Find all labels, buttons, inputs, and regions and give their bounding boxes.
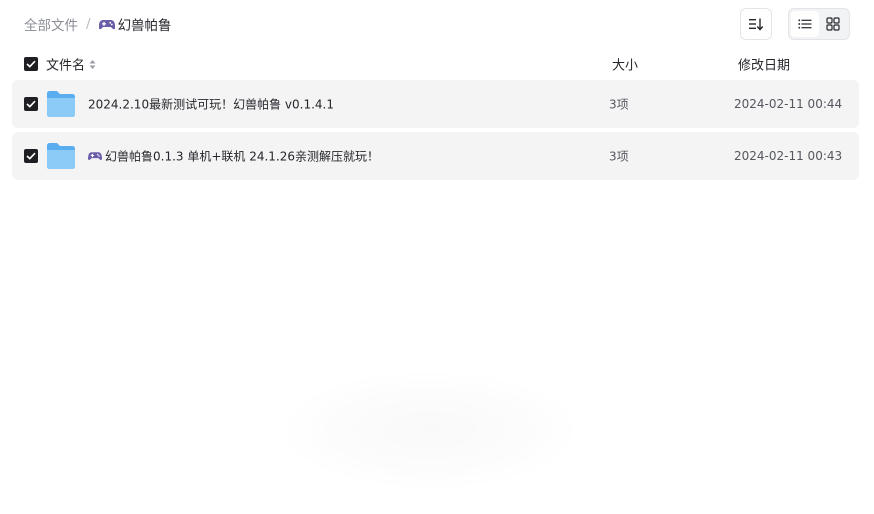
file-modified-date: 2024-02-11 00:43 <box>734 149 843 163</box>
sort-list-icon <box>749 18 764 31</box>
row-checkbox[interactable] <box>24 97 38 111</box>
column-header-name[interactable]: 文件名 <box>46 55 96 74</box>
file-size: 3项 <box>609 97 629 112</box>
view-toggle <box>788 8 850 40</box>
column-header-size[interactable]: 大小 <box>612 55 638 74</box>
gamepad-icon <box>88 152 102 160</box>
row-checkbox[interactable] <box>24 149 38 163</box>
column-header-modified[interactable]: 修改日期 <box>738 55 790 74</box>
list-view-icon <box>798 19 812 29</box>
file-name[interactable]: 2024.2.10最新测试可玩！幻兽帕鲁 v0.1.4.1 <box>88 96 334 113</box>
table-row[interactable]: 幻兽帕鲁0.1.3 单机+联机 24.1.26亲测解压就玩！ 3项 2024-0… <box>12 132 859 180</box>
breadcrumb-current: 幻兽帕鲁 <box>98 14 172 34</box>
breadcrumb-separator: / <box>86 16 91 32</box>
table-header: 文件名 大小 修改日期 <box>12 50 859 78</box>
grid-view-icon <box>826 17 840 31</box>
breadcrumb: 全部文件 / 幻兽帕鲁 <box>24 14 172 34</box>
table-row[interactable]: 2024.2.10最新测试可玩！幻兽帕鲁 v0.1.4.1 3项 2024-02… <box>12 80 859 128</box>
checkmark-icon <box>26 60 36 68</box>
column-header-name-label: 文件名 <box>46 58 86 74</box>
checkmark-icon <box>26 152 36 160</box>
checkmark-icon <box>26 100 36 108</box>
background-glow <box>280 370 580 490</box>
sort-arrows-icon <box>89 59 96 69</box>
breadcrumb-root-link[interactable]: 全部文件 <box>24 14 78 34</box>
list-view-button[interactable] <box>791 11 819 37</box>
grid-view-button[interactable] <box>819 11 847 37</box>
folder-icon <box>47 91 75 117</box>
file-modified-date: 2024-02-11 00:44 <box>734 97 843 111</box>
breadcrumb-current-label: 幻兽帕鲁 <box>117 18 172 34</box>
folder-icon <box>47 143 75 169</box>
sort-button[interactable] <box>740 8 772 40</box>
file-size: 3项 <box>609 149 629 164</box>
file-name-container[interactable]: 幻兽帕鲁0.1.3 单机+联机 24.1.26亲测解压就玩！ <box>88 148 379 165</box>
gamepad-icon <box>98 19 115 29</box>
select-all-checkbox[interactable] <box>24 57 38 71</box>
file-name: 幻兽帕鲁0.1.3 单机+联机 24.1.26亲测解压就玩！ <box>105 149 380 164</box>
